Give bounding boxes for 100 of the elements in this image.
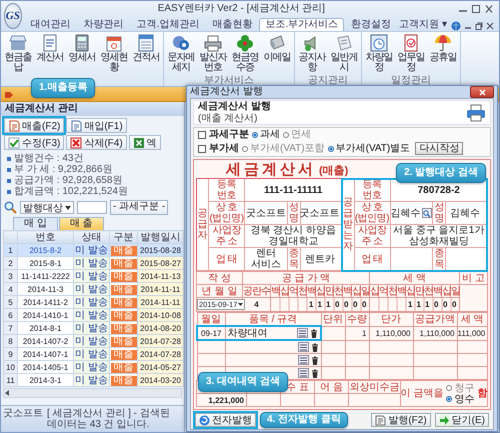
row-number: 11: [4, 374, 18, 386]
radio-button[interactable]: 영수: [446, 394, 474, 404]
column-header: 수량: [345, 312, 369, 326]
dialog-button[interactable]: 발행(F2): [371, 413, 431, 427]
amount-digits: 111000: [408, 300, 462, 309]
table-row[interactable]: 1 2015-8-2 미 발송 매출 2015-08-28: [4, 244, 184, 256]
ribbon-button[interactable]: 공지사항: [297, 34, 327, 76]
table-cell: 11-1411-2222: [18, 270, 74, 282]
table-cell: 1: [345, 326, 369, 340]
total-amount: 1,221,000: [196, 394, 246, 406]
table-cell: 2014-08-20: [138, 322, 184, 334]
tray-icon: [9, 34, 27, 52]
list-button[interactable]: [298, 355, 308, 365]
ribbon-button[interactable]: 현금출납: [3, 34, 33, 76]
table-cell: 2014-11-11: [138, 296, 184, 308]
toolbar-button[interactable]: 삭제(F4): [66, 135, 127, 150]
row-number: 6: [4, 308, 18, 322]
menu-tab[interactable]: 환경설정: [345, 18, 398, 31]
row-number: 10: [4, 360, 18, 374]
table-row[interactable]: 4 2014-11-3 미 발송 매출 2014-11-11: [4, 282, 184, 296]
search-field[interactable]: [77, 201, 107, 214]
toolbar-button[interactable]: 매출(F2): [4, 118, 64, 133]
maximize-icon: [471, 5, 481, 13]
refresh-icon: [199, 414, 210, 426]
search-button[interactable]: [422, 208, 432, 218]
table-row[interactable]: 11 2014-3-1 미 발송 매출 2014-03-20: [4, 374, 184, 386]
section-label: 공급받는자: [342, 179, 354, 271]
tab[interactable]: 매 입: [13, 217, 58, 230]
list-button[interactable]: [298, 342, 308, 352]
table-row[interactable]: 7 2014-8-1 미 발송 매출 2014-08-20: [4, 322, 184, 334]
menu-tab[interactable]: 보조.부가서비스: [259, 18, 344, 31]
bullet-icon: [198, 144, 206, 152]
ribbon-button[interactable]: 차량일정: [364, 34, 394, 76]
table-cell: 미 발송: [74, 334, 110, 348]
summary-text: 발행건수 : 43건: [14, 153, 84, 164]
toolbar-button[interactable]: 매입(F1): [66, 118, 127, 133]
list-button[interactable]: [298, 368, 308, 378]
ribbon-button[interactable]: 영세현황: [99, 34, 129, 76]
ribbon-button[interactable]: 문자메세지: [166, 34, 196, 76]
field-label: 상 호 (법인명): [209, 202, 245, 225]
callout: 2. 발행대상 검색: [396, 163, 486, 183]
receipt-label: 이 금액을: [400, 388, 444, 399]
list-button[interactable]: [297, 328, 308, 338]
ribbon-button[interactable]: 공휴일: [428, 34, 458, 76]
radio-button[interactable]: 부가세(VAT)별도: [328, 142, 410, 154]
menu-tab[interactable]: 매출현황: [206, 18, 258, 31]
invoice-title: 세금계산서: [226, 162, 316, 178]
ribbon-button[interactable]: 이메일: [262, 34, 292, 76]
dialog-button[interactable]: 닫기(E): [434, 413, 489, 427]
filter-dropdown[interactable]: 발행대상: [20, 201, 74, 214]
table-cell: 2014-07-28: [138, 334, 184, 348]
clock-icon: [370, 34, 388, 52]
table-row[interactable]: 3 11-1411-2222 미 발송 매출 2014-11-13: [4, 270, 184, 282]
menu-tab[interactable]: 차량관리: [78, 18, 130, 31]
callout: 4. 전자발행 클릭: [260, 412, 348, 428]
ribbon-button[interactable]: 발신자번호: [198, 34, 228, 76]
column-header: 십: [352, 284, 360, 298]
ribbon-button[interactable]: 현금영수증: [230, 34, 260, 76]
table-row[interactable]: 2 2015-8-1 미 발송 매출 2015-08-27: [4, 256, 184, 270]
toolbar-button[interactable]: 수정(F3): [4, 135, 64, 150]
field-value: 굿소프트: [245, 202, 288, 225]
callout: 1.매출등록: [31, 78, 96, 98]
column-header: 백: [342, 284, 352, 298]
e-issue-button[interactable]: 전자발행: [195, 413, 256, 427]
table-cell: 2014-03-20: [138, 374, 184, 386]
support-menu[interactable]: 고객지원 ▾: [399, 19, 447, 31]
column-header: 천: [298, 284, 306, 298]
table-cell: 09-17: [197, 326, 225, 340]
table-row[interactable]: 9 2014-1407-1 미 발송 매출 2014-07-28: [4, 348, 184, 360]
horizontal-scrollbar[interactable]: [3, 388, 182, 398]
table-cell: 2014-8-1: [18, 322, 74, 334]
column-header: 십: [442, 284, 451, 298]
table-row[interactable]: 10 2014-1405-1 미 발송 매출 2014-05-27: [4, 360, 184, 374]
table-row[interactable]: 5 2014-1411-2 미 발송 매출 2014-11-11: [4, 296, 184, 308]
column-header: 품목 / 규격: [225, 312, 321, 326]
column-header: 어 음: [314, 380, 348, 394]
ribbon-button[interactable]: 업무일정: [396, 34, 426, 76]
table-row[interactable]: 6 2014-1410-1 미 발송 매출 2014-10-08: [4, 308, 184, 322]
toolbar-button[interactable]: 엑: [128, 135, 161, 150]
ribbon-button[interactable]: 일반게시: [329, 34, 359, 76]
column-header: 세 액: [457, 312, 488, 326]
menu-tab[interactable]: 대여관리: [24, 18, 77, 31]
ribbon-button[interactable]: 견적서: [131, 34, 161, 76]
ribbon-button[interactable]: 계산서: [35, 34, 65, 76]
table-cell: 미 발송: [74, 244, 110, 256]
ribbon-button[interactable]: 영세서: [67, 34, 97, 76]
reset-button[interactable]: 다시작성: [415, 142, 464, 155]
row-number: 9: [4, 348, 18, 360]
filter-dropdown[interactable]: - 과세구분 -: [110, 200, 168, 215]
calculator-icon: [73, 34, 91, 52]
menu-tab[interactable]: 고객.업체관리: [130, 18, 206, 31]
table-cell: 미 발송: [74, 374, 110, 386]
document-icon: [70, 120, 82, 132]
close-button[interactable]: [470, 86, 494, 98]
column-header: 만: [414, 284, 424, 298]
tab[interactable]: 매 출: [58, 217, 104, 230]
printer-icon: [204, 34, 222, 52]
table-row[interactable]: 8 2014-1407-2 미 발송 매출 2014-07-28: [4, 334, 184, 348]
document-icon: [8, 120, 20, 132]
radio-button[interactable]: 과세: [252, 129, 280, 141]
